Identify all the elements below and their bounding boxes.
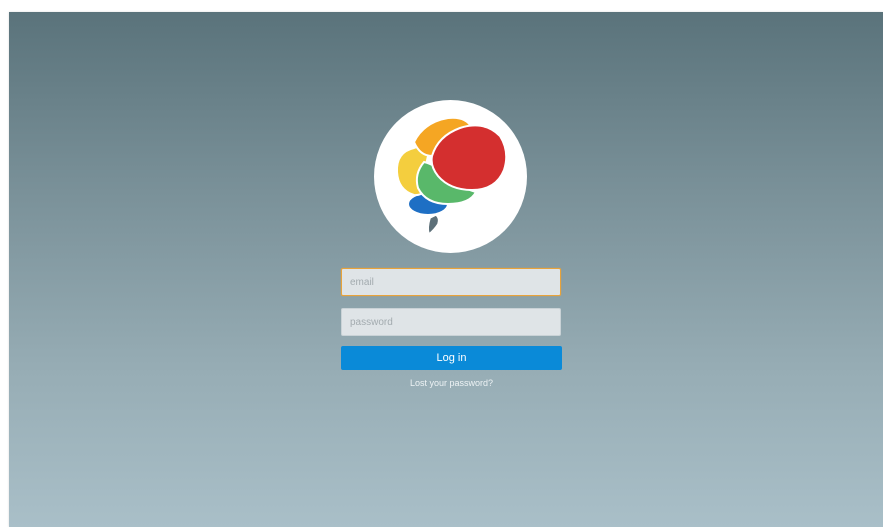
- brain-logo: [374, 100, 527, 253]
- login-screen: Log in Lost your password?: [9, 12, 883, 527]
- lost-password-link[interactable]: Lost your password?: [341, 378, 562, 388]
- email-field[interactable]: [341, 268, 561, 296]
- login-button[interactable]: Log in: [341, 346, 562, 370]
- brain-logo-icon: [395, 116, 508, 236]
- password-field[interactable]: [341, 308, 561, 336]
